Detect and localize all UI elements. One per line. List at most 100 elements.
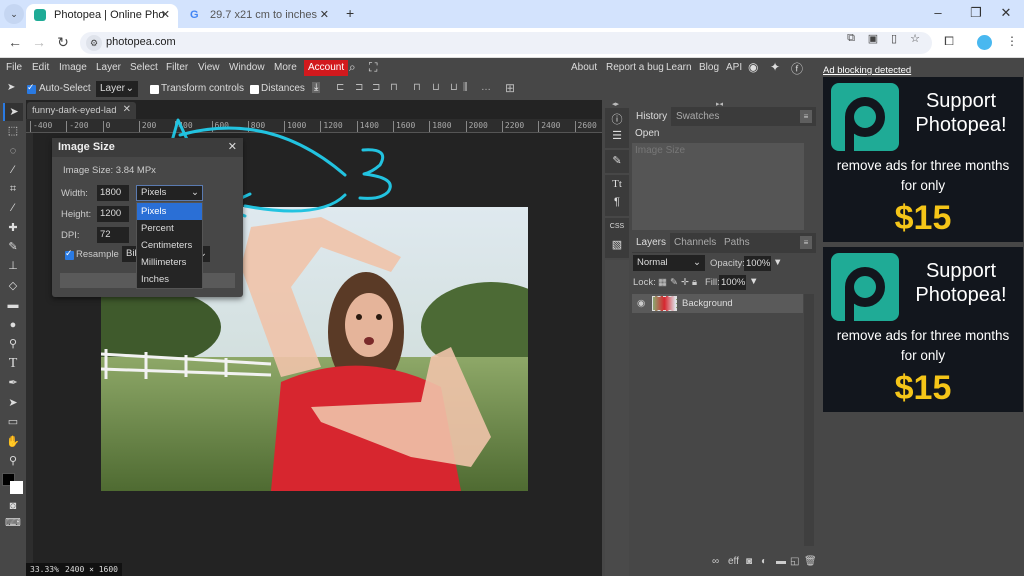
search-icon[interactable]: ⌕ bbox=[349, 60, 356, 75]
reddit-icon[interactable]: ◉ bbox=[748, 60, 758, 74]
blog-link[interactable]: Blog bbox=[699, 62, 719, 73]
close-window-button[interactable]: ✕ bbox=[992, 5, 1020, 21]
unit-option-pixels[interactable]: Pixels bbox=[137, 203, 202, 220]
marquee-tool-icon[interactable]: ⬚ bbox=[3, 122, 23, 140]
menu-window[interactable]: Window bbox=[229, 62, 265, 73]
layer-effects-icon[interactable]: eff bbox=[728, 556, 739, 567]
back-icon[interactable]: ← bbox=[6, 34, 24, 50]
browser-tab-google[interactable]: G 29.7 x21 cm to inches - Google ✕ bbox=[182, 4, 337, 28]
browser-tab-photopea[interactable]: Photopea | Online Photo Editor ✕ bbox=[26, 4, 178, 28]
menu-image[interactable]: Image bbox=[59, 62, 87, 73]
reload-icon[interactable]: ↻ bbox=[54, 34, 72, 51]
auto-select-target-dropdown[interactable]: Layer ⌄ bbox=[96, 81, 138, 97]
shape-tool-icon[interactable]: ▭ bbox=[3, 413, 23, 431]
ad-blocking-notice-link[interactable]: Ad blocking detected bbox=[823, 65, 911, 76]
maximize-button[interactable]: ❐ bbox=[962, 5, 990, 21]
layer-row[interactable]: ◉ Background bbox=[632, 294, 803, 313]
twitter-icon[interactable]: ✦ bbox=[770, 60, 780, 74]
report-bug-link[interactable]: Report a bug bbox=[606, 62, 664, 73]
install-app-icon[interactable]: ⧉ bbox=[843, 32, 859, 45]
align-left-icon[interactable]: ⊏ bbox=[336, 82, 344, 93]
dpi-input[interactable] bbox=[97, 227, 129, 243]
magic-wand-tool-icon[interactable]: ⁄ bbox=[3, 161, 23, 179]
tab-channels[interactable]: Channels bbox=[670, 233, 720, 252]
unit-dropdown[interactable]: Pixels ⌄ bbox=[136, 185, 203, 201]
more-options-icon[interactable]: … bbox=[481, 82, 491, 93]
close-tab-icon[interactable]: ✕ bbox=[161, 4, 170, 26]
history-panel-menu-icon[interactable]: ≡ bbox=[800, 110, 812, 123]
tab-swatches[interactable]: Swatches bbox=[672, 107, 723, 126]
new-group-icon[interactable]: ▬ bbox=[776, 556, 786, 567]
minimize-button[interactable]: – bbox=[924, 5, 952, 20]
screen-mode-icon[interactable]: ⌨ bbox=[3, 514, 23, 532]
forward-icon[interactable]: → bbox=[30, 34, 48, 50]
link-layers-icon[interactable]: ∞ bbox=[712, 556, 719, 567]
unit-option-millimeters[interactable]: Millimeters bbox=[137, 254, 202, 271]
opacity-input[interactable]: 100% bbox=[744, 256, 771, 271]
url-input[interactable]: ⚙ photopea.com bbox=[80, 32, 932, 54]
distribute-spacing-icon[interactable]: ⫼ bbox=[463, 82, 468, 93]
resample-checkbox[interactable] bbox=[65, 248, 74, 260]
fullscreen-icon[interactable]: ⛶ bbox=[369, 60, 377, 75]
profile-avatar[interactable] bbox=[977, 35, 992, 50]
quick-mask-icon[interactable]: ◙ bbox=[3, 497, 23, 515]
auto-select-checkbox[interactable] bbox=[27, 82, 36, 94]
distances-checkbox[interactable] bbox=[250, 85, 259, 94]
account-button[interactable]: Account bbox=[304, 60, 349, 76]
history-item-open[interactable]: Open bbox=[632, 126, 804, 142]
visibility-eye-icon[interactable]: ◉ bbox=[637, 298, 645, 309]
unit-option-inches[interactable]: Inches bbox=[137, 271, 202, 288]
info-icon[interactable]: ⓘ bbox=[605, 111, 629, 127]
tab-paths[interactable]: Paths bbox=[720, 233, 754, 252]
hand-tool-icon[interactable]: ✋ bbox=[3, 433, 23, 451]
transform-controls-checkbox[interactable] bbox=[150, 85, 159, 94]
zoom-tool-icon[interactable]: ⚲ bbox=[3, 452, 23, 470]
menu-more[interactable]: More bbox=[274, 62, 297, 73]
lock-transparency-icon[interactable]: ▦ bbox=[658, 277, 667, 288]
fill-input[interactable]: 100% bbox=[719, 275, 746, 290]
paragraph-icon[interactable]: ¶ bbox=[605, 196, 629, 208]
tab-layers[interactable]: Layers bbox=[632, 233, 671, 252]
chrome-menu-icon[interactable]: ⋮ bbox=[1004, 34, 1020, 48]
image-icon[interactable]: ▧ bbox=[605, 238, 629, 251]
lock-position-icon[interactable]: ✛ bbox=[681, 277, 689, 288]
character-icon[interactable]: Tt bbox=[605, 178, 629, 190]
api-link[interactable]: API bbox=[726, 62, 742, 73]
layers-scrollbar[interactable] bbox=[804, 294, 814, 546]
history-item-image-size[interactable]: Image Size bbox=[632, 143, 804, 159]
adjustment-layer-icon[interactable]: ◐ bbox=[761, 556, 767, 567]
grid-icon[interactable]: ⊞ bbox=[505, 81, 515, 95]
path-select-tool-icon[interactable]: ➤ bbox=[3, 394, 23, 412]
type-tool-icon[interactable]: T bbox=[3, 355, 23, 373]
pen-tool-icon[interactable]: ✒ bbox=[3, 374, 23, 392]
css-icon[interactable]: CSS bbox=[605, 223, 629, 230]
menu-file[interactable]: File bbox=[6, 62, 22, 73]
healing-tool-icon[interactable]: ✚ bbox=[3, 219, 23, 237]
align-center-icon[interactable]: ⊐ bbox=[355, 82, 363, 93]
document-tab[interactable]: funny-dark-eyed-lad ✕ bbox=[27, 102, 136, 119]
dialog-header[interactable]: Image Size ✕ bbox=[52, 138, 243, 157]
blur-tool-icon[interactable]: ● bbox=[3, 316, 23, 334]
lock-pixels-icon[interactable]: ✎ bbox=[670, 277, 678, 288]
new-tab-button[interactable]: + bbox=[346, 5, 354, 21]
lock-all-icon[interactable]: 🔒︎ bbox=[692, 277, 697, 288]
background-color-swatch[interactable] bbox=[10, 481, 23, 494]
brush-settings-icon[interactable]: ✎ bbox=[605, 154, 629, 167]
distribute-icon[interactable]: ⊔ bbox=[450, 82, 458, 93]
stamp-tool-icon[interactable]: ⊥ bbox=[3, 257, 23, 275]
crop-tool-icon[interactable]: ⌗ bbox=[3, 180, 23, 198]
blend-mode-dropdown[interactable]: Normal ⌄ bbox=[633, 255, 705, 271]
eyedropper-tool-icon[interactable]: ⁄ bbox=[3, 199, 23, 217]
width-input[interactable] bbox=[97, 185, 129, 201]
align-bottom-icon[interactable]: ⊔ bbox=[432, 82, 440, 93]
menu-edit[interactable]: Edit bbox=[32, 62, 49, 73]
zoom-level[interactable]: 33.33% bbox=[26, 563, 63, 576]
align-middle-icon[interactable]: ⊓ bbox=[413, 82, 421, 93]
menu-layer[interactable]: Layer bbox=[96, 62, 121, 73]
move-tool-icon[interactable]: ➤ bbox=[3, 103, 23, 121]
delete-layer-icon[interactable]: 🗑︎ bbox=[804, 556, 817, 567]
about-link[interactable]: About bbox=[571, 62, 597, 73]
translate-icon[interactable]: ▣ bbox=[865, 32, 881, 45]
support-ad[interactable]: Support Photopea! remove ads for three m… bbox=[823, 247, 1023, 412]
support-ad[interactable]: Support Photopea! remove ads for three m… bbox=[823, 77, 1023, 242]
